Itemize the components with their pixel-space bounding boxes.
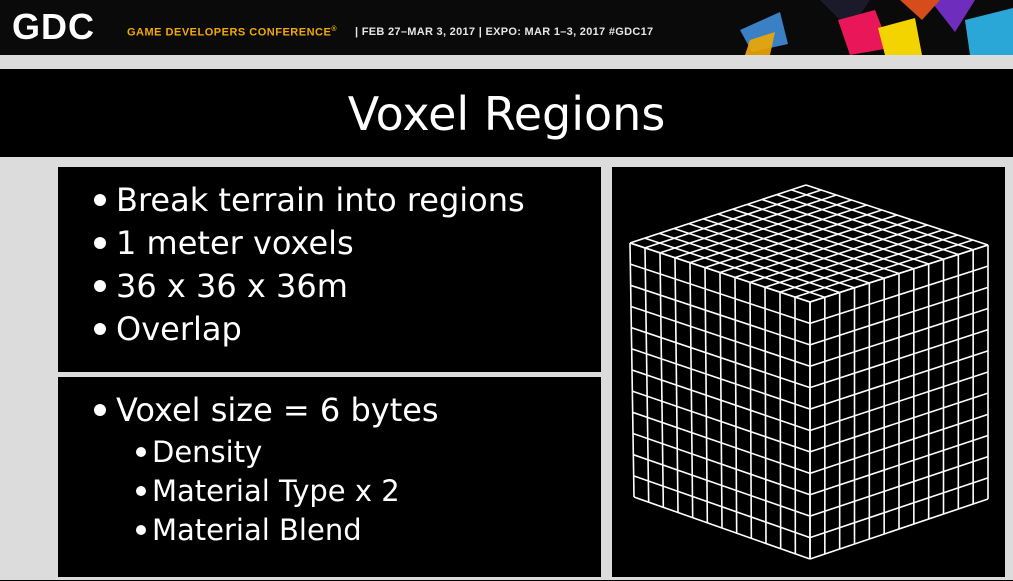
bullet-text: Overlap xyxy=(116,310,242,348)
conference-label: GAME DEVELOPERS CONFERENCE xyxy=(127,27,331,39)
bullet-dot xyxy=(94,323,106,335)
sub-bullet-text: Material Blend xyxy=(152,513,362,547)
gdc-logo: GDC xyxy=(12,6,95,48)
bullet-item: Voxel size = 6 bytes xyxy=(94,391,439,429)
bullet-panel-bottom: Voxel size = 6 bytes Density Material Ty… xyxy=(58,377,601,577)
bullet-item: 1 meter voxels xyxy=(94,224,354,262)
bullet-dot xyxy=(94,194,106,206)
bullet-item: Overlap xyxy=(94,310,242,348)
bullet-dot xyxy=(136,525,146,535)
title-bar: Voxel Regions xyxy=(0,69,1013,157)
sub-bullet-text: Material Type x 2 xyxy=(152,474,400,508)
decorative-shapes-icon xyxy=(700,0,1013,55)
bullet-text: 1 meter voxels xyxy=(116,224,354,262)
slide-title: Voxel Regions xyxy=(0,87,1013,141)
bullet-dot xyxy=(94,404,106,416)
bullet-text: Voxel size = 6 bytes xyxy=(116,391,439,429)
illustration-panel xyxy=(612,167,1005,577)
bullet-text: 36 x 36 x 36m xyxy=(116,267,348,305)
bullet-item: 36 x 36 x 36m xyxy=(94,267,348,305)
bullet-dot xyxy=(136,486,146,496)
registered-mark: ® xyxy=(331,26,337,33)
sub-bullet-item: Material Blend xyxy=(136,513,362,547)
bullet-panel-top: Break terrain into regions 1 meter voxel… xyxy=(58,167,601,372)
conference-dates: | FEB 27–MAR 3, 2017 | EXPO: MAR 1–3, 20… xyxy=(355,26,653,38)
gdc-banner: GDC GAME DEVELOPERS CONFERENCE® | FEB 27… xyxy=(0,0,1013,55)
conference-name: GAME DEVELOPERS CONFERENCE® xyxy=(127,26,337,39)
slide-stage: Voxel Regions Break terrain into regions… xyxy=(0,55,1013,580)
bullet-dot xyxy=(94,237,106,249)
sub-bullet-item: Density xyxy=(136,435,262,469)
bullet-dot xyxy=(94,280,106,292)
bullet-item: Break terrain into regions xyxy=(94,181,525,219)
bullet-text: Break terrain into regions xyxy=(116,181,525,219)
bullet-dot xyxy=(136,447,146,457)
sub-bullet-item: Material Type x 2 xyxy=(136,474,400,508)
voxel-grid-cube-icon xyxy=(612,167,1005,577)
sub-bullet-text: Density xyxy=(152,435,262,469)
